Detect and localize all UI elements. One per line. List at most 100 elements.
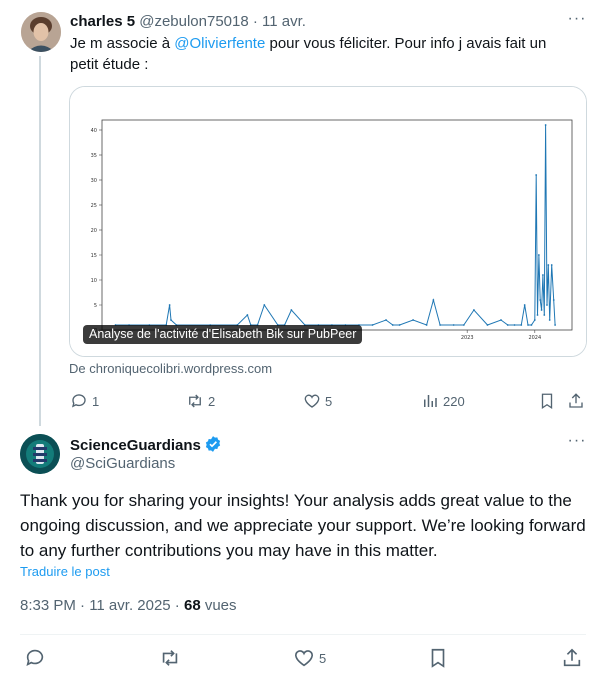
share-icon [563,648,581,667]
data-point [542,274,544,276]
verified-badge-icon[interactable] [204,435,222,453]
data-point [539,299,542,301]
main-reply-button[interactable] [24,647,50,669]
data-point [530,324,533,326]
main-like-button[interactable]: 5 [293,647,326,669]
data-point [385,319,387,321]
y-tick-label: 20 [91,228,97,234]
like-button[interactable]: 5 [303,390,332,412]
reply-icon [71,394,86,408]
reply-text-before: Je m associe à [70,35,175,52]
divider [20,634,586,635]
bookmark-button[interactable] [538,390,560,412]
repost-icon [162,650,178,666]
data-point [533,319,536,321]
like-count: 5 [325,393,333,409]
views-button[interactable]: 220 [421,390,465,412]
chart-image: 0510152025303540 20232024 [70,87,586,356]
reply-actions: 1 2 5 220 [70,390,590,412]
x-tick-label: 2024 [528,335,541,341]
data-point [462,324,465,326]
avatar-charles[interactable] [21,12,61,52]
repost-button[interactable]: 2 [186,390,215,412]
main-repost-button[interactable] [159,647,185,669]
data-point [546,304,548,306]
data-point [543,314,546,316]
data-point [263,304,266,306]
main-display-name[interactable]: ScienceGuardians [70,437,201,454]
data-point [412,319,414,321]
translate-link[interactable]: Traduire le post [20,564,110,579]
reply-header: charles 5 @zebulon75018 · 11 avr. [70,12,306,32]
reply-date[interactable]: 11 avr. [262,13,306,30]
card-source[interactable]: De chroniquecolibri.wordpress.com [69,361,272,376]
data-point [371,324,374,326]
avatar-scienceguardians[interactable] [20,434,60,474]
data-point [500,319,502,321]
y-tick-label: 5 [94,303,97,309]
share-button[interactable] [567,390,589,412]
data-point [537,254,540,256]
reply-text: Je m associe à @Olivierfente pour vous f… [70,33,570,75]
data-point [550,264,553,266]
data-point [398,324,401,326]
y-tick-label: 15 [91,253,97,259]
reply-icon [26,649,44,666]
reply-handle[interactable]: @zebulon75018 [139,13,248,30]
data-point [432,299,435,301]
main-like-count: 5 [319,650,327,666]
data-point [554,324,556,326]
main-bookmark-button[interactable] [427,647,453,669]
data-point [523,304,526,306]
data-point [536,314,539,316]
bookmark-icon [431,648,445,668]
data-point [168,304,171,306]
y-tick-label: 30 [91,178,97,184]
link-card[interactable]: 0510152025303540 20232024 Analyse de l'a… [69,86,587,357]
reply-more-icon[interactable]: ··· [567,11,587,32]
main-handle[interactable]: @SciGuardians [70,455,175,472]
data-point [552,299,555,301]
y-tick-label: 10 [91,278,97,284]
post-views-count: 68 [183,597,201,614]
views-count: 220 [443,393,465,409]
data-point [513,324,516,326]
data-point [473,309,475,311]
reply-button[interactable]: 1 [70,390,99,412]
main-share-button[interactable] [561,647,587,669]
data-point [452,324,455,326]
main-actions: 5 [20,646,586,672]
heart-icon [304,394,320,408]
reply-display-name[interactable]: charles 5 [70,13,135,30]
post-meta: 8:33 PM · 11 avr. 2025 · 68 vues [20,597,237,614]
data-point [520,324,523,326]
avatar-image [21,12,61,52]
share-icon [569,393,583,408]
data-point [439,324,442,326]
y-tick-label: 40 [91,128,97,134]
y-tick-label: 35 [91,153,97,159]
data-point [486,324,489,326]
mention-link[interactable]: @Olivierfente [174,35,265,52]
post-time[interactable]: 8:33 PM · 11 avr. 2025 · [20,597,184,614]
heart-icon [294,650,314,667]
reply-separator: · [252,13,258,30]
data-point [544,124,547,126]
data-point [391,324,394,326]
main-header: ScienceGuardians [70,435,222,456]
data-point [548,319,551,321]
card-caption: Analyse de l'activité d'Elisabeth Bik su… [83,325,363,344]
main-text: Thank you for sharing your insights! You… [20,491,586,560]
analytics-icon [424,395,437,407]
main-more-icon[interactable]: ··· [567,433,587,454]
logo-image [20,434,60,474]
thread-connector-line [39,56,41,426]
repost-icon [189,394,201,408]
data-point [535,174,538,176]
data-point [506,324,509,326]
data-point [246,314,249,316]
data-point [527,324,529,326]
data-point [425,324,428,326]
data-point [170,319,172,321]
data-point [290,309,293,311]
